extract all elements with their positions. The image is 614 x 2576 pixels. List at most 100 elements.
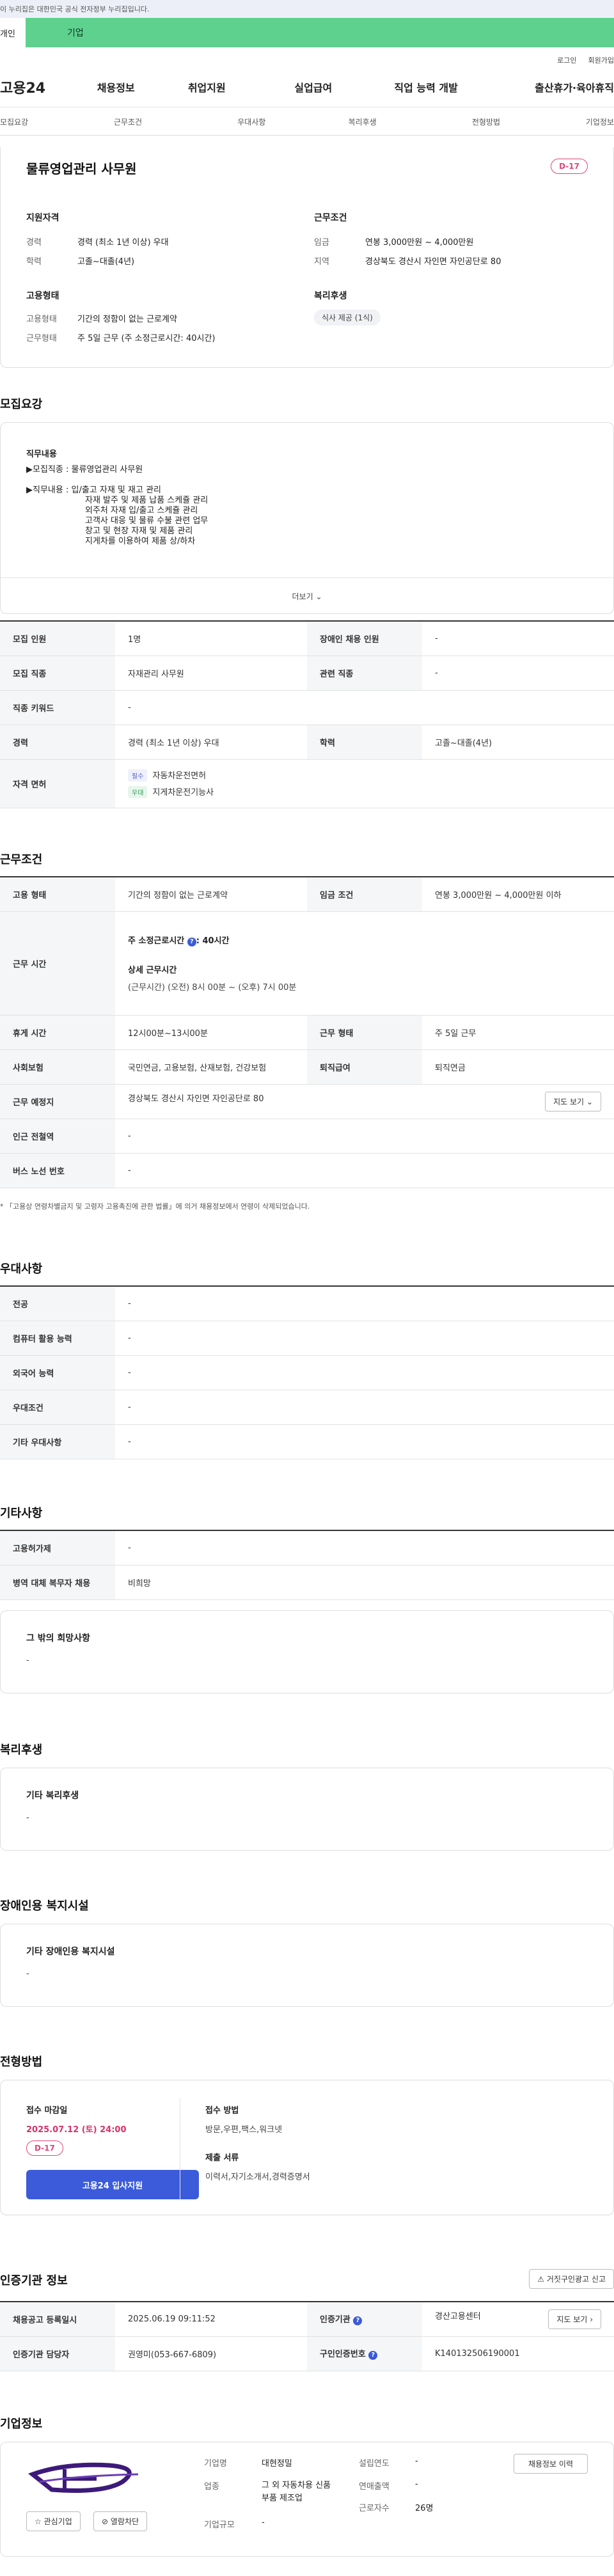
th: 컴퓨터 활용 능력 bbox=[0, 1321, 115, 1356]
user-type-tabs: 개인 기업 bbox=[0, 18, 614, 47]
welfare-box-title: 기타 복리후생 bbox=[26, 1791, 79, 1801]
subnav-work[interactable]: 근무조건 bbox=[85, 116, 209, 135]
warning-icon: ⚠ bbox=[537, 2275, 545, 2284]
gnb-item-employment-support[interactable]: 취업지원 bbox=[150, 79, 263, 95]
apply-button[interactable]: 고용24 입사지원 bbox=[26, 2170, 199, 2199]
th: 인증기관 ? bbox=[307, 2302, 422, 2337]
welfare-box-value: - bbox=[26, 1813, 29, 1823]
th: 고용 형태 bbox=[0, 877, 115, 912]
welfare-tag: 식사 제공 (1식) bbox=[314, 310, 381, 326]
disabled-box-value: - bbox=[26, 1969, 29, 1979]
duty-line: 창고 및 현장 자재 및 제품 관리 bbox=[85, 526, 193, 536]
th: 인증기관 담당자 bbox=[0, 2336, 115, 2371]
table-row: 외국어 능력 - bbox=[0, 1355, 614, 1390]
td: - bbox=[115, 1119, 614, 1154]
block-button[interactable]: ⊘ 열람차단 bbox=[93, 2511, 148, 2531]
work-title: 근무조건 bbox=[0, 853, 43, 867]
td: - bbox=[115, 1286, 614, 1321]
emptype-value: 기간의 정함이 없는 근로계약 bbox=[77, 315, 177, 324]
tab-company[interactable]: 기업 bbox=[26, 18, 614, 47]
th: 근무 예정지 bbox=[0, 1084, 115, 1119]
subnav-screening[interactable]: 전형방법 bbox=[405, 116, 528, 135]
table-row: 고용 형태 기간의 정함이 없는 근로계약 임금 조건 연봉 3,000만원 ~ 4,… bbox=[0, 877, 614, 912]
gnb-item-parental-leave[interactable]: 출산휴가·육아휴직 bbox=[489, 79, 614, 95]
company-logo bbox=[26, 2456, 148, 2501]
join-link[interactable]: 회원가입 bbox=[588, 55, 614, 67]
table-row: 컴퓨터 활용 능력 - bbox=[0, 1321, 614, 1356]
subnav-welfare[interactable]: 복리후생 bbox=[320, 116, 405, 135]
founded-value: - bbox=[415, 2456, 418, 2466]
company-card: ☆ 관심기업 ⊘ 열람차단 기업명 대현정밀 업종 그 외 자동차용 신품 부품… bbox=[0, 2442, 614, 2557]
welfare-box: 기타 복리후생 - bbox=[0, 1768, 614, 1851]
gnb-item-jobs[interactable]: 채용정보 bbox=[81, 79, 150, 95]
age-note: * 「고용상 연령차별금지 및 고령자 고용촉진에 관한 법률」에 의거 채용정… bbox=[0, 1202, 310, 1211]
subnav-company[interactable]: 기업정보 bbox=[529, 116, 614, 135]
disabled-box-title: 기타 장애인용 복지시설 bbox=[26, 1947, 115, 1957]
table-row: 기타 우대사항 - bbox=[0, 1424, 614, 1459]
duty-line: ▶모집직종 : 물류영업관리 사무원 bbox=[26, 465, 143, 475]
more-button[interactable]: 더보기 ⌄ bbox=[1, 577, 613, 613]
welfare-title: 복리후생 bbox=[314, 291, 347, 301]
subnav-pref[interactable]: 우대사항 bbox=[209, 116, 320, 135]
site-logo[interactable]: 고용24 bbox=[0, 77, 81, 97]
td: 권영미(053-667-6809) bbox=[115, 2336, 307, 2371]
company-logo-graphic bbox=[28, 2462, 139, 2493]
worktype-value: 주 5일 근무 (주 소정근로시간: 40시간) bbox=[77, 334, 216, 343]
td: 1명 bbox=[115, 621, 307, 656]
name-label: 기업명 bbox=[204, 2459, 227, 2469]
duty-line: 고객사 대응 및 물류 수불 관련 업무 bbox=[85, 516, 209, 526]
cert-title: 인증기관 정보 bbox=[0, 2274, 68, 2288]
duty-card: 직무내용 ▶모집직종 : 물류영업관리 사무원 ▶직무내용 : 입/출고 자재 … bbox=[0, 422, 614, 614]
th: 경력 bbox=[0, 725, 115, 760]
th: 인근 전철역 bbox=[0, 1119, 115, 1154]
info-icon[interactable]: ? bbox=[187, 938, 196, 946]
map-button[interactable]: 지도 보기 › bbox=[548, 2309, 601, 2329]
gnb-item-skills[interactable]: 직업 능력 개발 bbox=[363, 79, 489, 95]
gnb-item-unemployment-benefit[interactable]: 실업급여 bbox=[263, 79, 363, 95]
edu-value: 고졸~대졸(4년) bbox=[77, 257, 135, 267]
td: 비희망 bbox=[115, 1565, 614, 1600]
th: 관련 직종 bbox=[307, 656, 422, 691]
td: - bbox=[422, 621, 614, 656]
fav-button[interactable]: ☆ 관심기업 bbox=[26, 2511, 81, 2531]
license-tag: 필수 bbox=[128, 769, 148, 781]
revenue-value: - bbox=[415, 2479, 418, 2489]
duty-line: ▶직무내용 : 입/출고 자재 및 재고 관리 bbox=[26, 485, 161, 495]
td: 경력 (최소 1년 이상) 우대 bbox=[115, 725, 307, 760]
name-value: 대현정밀 bbox=[262, 2459, 292, 2469]
td: - bbox=[115, 690, 614, 725]
wage-label: 임금 bbox=[314, 238, 329, 247]
th: 전공 bbox=[0, 1286, 115, 1321]
license-name: 지게차운전기능사 bbox=[152, 788, 214, 797]
table-row: 인증기관 담당자 권영미(053-667-6809) 구인인증번호 ? K140132… bbox=[0, 2336, 614, 2371]
region-label: 지역 bbox=[314, 257, 329, 267]
report-button[interactable]: ⚠ 거짓구인광고 신고 bbox=[529, 2269, 614, 2289]
td: K140132506190001 bbox=[422, 2336, 614, 2371]
section-nav: 모집요강 근무조건 우대사항 복리후생 전형방법 기업정보 bbox=[0, 107, 614, 136]
th: 휴게 시간 bbox=[0, 1015, 115, 1050]
th: 퇴직급여 bbox=[307, 1049, 422, 1085]
table-row: 근무 시간 주 소정근로시간 ?: 40시간 상세 근무시간 (근무시간) (오… bbox=[0, 911, 614, 1016]
job-history-button[interactable]: 채용정보 이력 bbox=[513, 2454, 588, 2474]
recruit-table: 모집 인원 1명 장애인 채용 인원 - 모집 직종 자재관리 사무원 관련 직종 - 직종… bbox=[0, 620, 614, 808]
tab-personal[interactable]: 개인 bbox=[0, 18, 26, 47]
founded-label: 설립연도 bbox=[359, 2459, 390, 2469]
duty-title: 직무내용 bbox=[26, 450, 57, 459]
fav-label: 관심기업 bbox=[43, 2517, 72, 2526]
subnav-recruit[interactable]: 모집요강 bbox=[0, 116, 85, 135]
report-label: 거짓구인광고 신고 bbox=[546, 2275, 606, 2284]
emptype-label: 고용형태 bbox=[26, 315, 57, 324]
login-link[interactable]: 로그인 bbox=[557, 55, 576, 67]
th: 자격 면허 bbox=[0, 759, 115, 808]
info-icon[interactable]: ? bbox=[368, 2351, 378, 2360]
info-icon[interactable]: ? bbox=[353, 2316, 363, 2326]
license-name: 자동차운전면허 bbox=[152, 771, 207, 781]
map-button-label: 지도 보기 bbox=[556, 2314, 588, 2324]
week-hours-value: : 40시간 bbox=[196, 936, 230, 946]
etc-table: 고용허가제 - 병역 대체 복무자 채용 비희망 bbox=[0, 1530, 614, 1600]
wage-value: 연봉 3,000만원 ~ 4,000만원 bbox=[365, 238, 474, 247]
career-label: 경력 bbox=[26, 238, 42, 247]
duty-line: 자재 발주 및 제품 납품 스케쥴 관리 bbox=[85, 496, 209, 505]
cond-title: 근무조건 bbox=[314, 213, 347, 223]
map-button[interactable]: 지도 보기 ⌄ bbox=[545, 1091, 601, 1111]
